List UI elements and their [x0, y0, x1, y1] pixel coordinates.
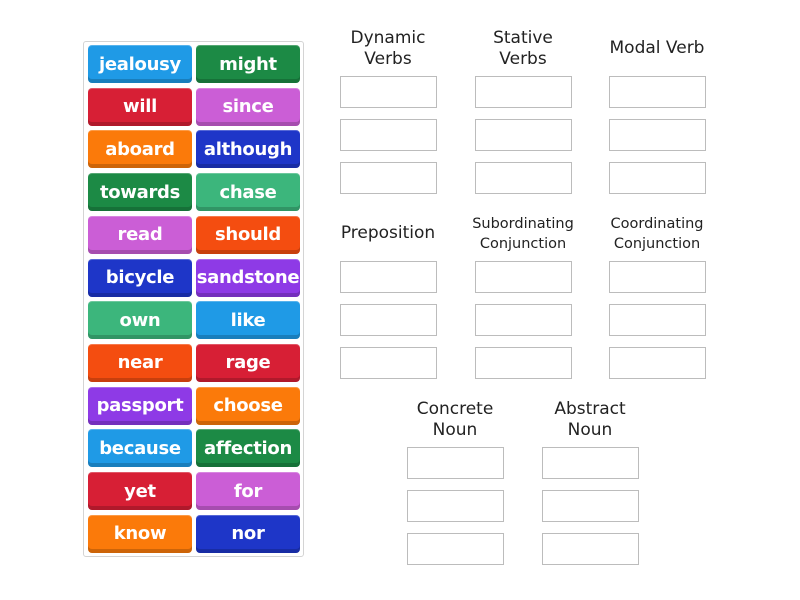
category-heading-line: Stative — [493, 28, 553, 48]
category-heading-line: Verbs — [499, 49, 547, 69]
drop-slot[interactable] — [609, 347, 706, 379]
category-heading: Subordinating Conjunction — [448, 214, 598, 254]
category-heading-line: Noun — [432, 420, 478, 440]
word-tile[interactable]: aboard — [88, 130, 192, 169]
category-heading: Stative Verbs — [448, 28, 598, 70]
word-tile[interactable]: although — [196, 130, 300, 169]
drop-slot[interactable] — [340, 347, 437, 379]
category-heading-line: Preposition — [340, 223, 436, 243]
word-tile[interactable]: rage — [196, 343, 300, 382]
word-tile[interactable]: like — [196, 301, 300, 340]
drop-slot[interactable] — [475, 119, 572, 151]
category-heading-line: Dynamic — [350, 28, 426, 48]
category-heading: Coordinating Conjunction — [582, 214, 732, 254]
word-tile[interactable]: bicycle — [88, 258, 192, 297]
word-tile[interactable]: yet — [88, 472, 192, 510]
category-heading-line: Coordinating — [610, 216, 704, 232]
drop-slot[interactable] — [340, 304, 437, 336]
drop-slot[interactable] — [340, 76, 437, 108]
word-tile[interactable]: affection — [196, 429, 300, 468]
category-heading: Concrete Noun — [380, 399, 530, 441]
drop-slot[interactable] — [542, 533, 639, 565]
category-heading-line: Modal Verb — [609, 38, 705, 58]
word-tile[interactable]: sandstone — [196, 258, 300, 297]
word-tile[interactable]: passport — [88, 386, 192, 425]
word-tile[interactable]: read — [88, 215, 192, 254]
word-tile[interactable]: near — [88, 343, 192, 382]
drop-slot[interactable] — [407, 533, 504, 565]
word-tile[interactable]: chase — [196, 173, 300, 212]
drop-slot[interactable] — [609, 162, 706, 194]
word-tile[interactable]: own — [88, 301, 192, 340]
category-heading-line: Abstract — [554, 399, 626, 419]
category-heading-line: Conjunction — [613, 236, 701, 252]
drop-slot[interactable] — [609, 304, 706, 336]
word-tile[interactable]: might — [196, 45, 300, 83]
category-heading-line: Concrete — [416, 399, 494, 419]
drop-slot[interactable] — [609, 76, 706, 108]
drop-slot[interactable] — [542, 490, 639, 522]
word-tile[interactable]: nor — [196, 514, 300, 553]
word-tile[interactable]: for — [196, 472, 300, 510]
drop-slot[interactable] — [609, 261, 706, 293]
category-heading: Modal Verb — [582, 38, 732, 59]
drop-slot[interactable] — [340, 119, 437, 151]
drop-slot[interactable] — [609, 119, 706, 151]
category-heading-line: Verbs — [364, 49, 412, 69]
category-heading-line: Conjunction — [479, 236, 567, 252]
category-heading: Abstract Noun — [515, 399, 665, 441]
word-tile[interactable]: will — [88, 87, 192, 126]
drop-slot[interactable] — [475, 162, 572, 194]
drop-slot[interactable] — [475, 304, 572, 336]
drop-slot[interactable] — [340, 261, 437, 293]
category-heading: Preposition — [313, 223, 463, 244]
category-heading-line: Subordinating — [472, 216, 574, 232]
drop-slot[interactable] — [407, 447, 504, 479]
drop-slot[interactable] — [407, 490, 504, 522]
word-tile[interactable]: because — [88, 429, 192, 468]
drop-slot[interactable] — [340, 162, 437, 194]
word-tile[interactable]: choose — [196, 386, 300, 425]
word-tile[interactable]: jealousy — [88, 45, 192, 83]
word-tile[interactable]: since — [196, 87, 300, 126]
drop-slot[interactable] — [475, 76, 572, 108]
word-tile[interactable]: should — [196, 215, 300, 254]
drop-slot[interactable] — [475, 261, 572, 293]
drop-slot[interactable] — [475, 347, 572, 379]
drop-slot[interactable] — [542, 447, 639, 479]
word-tile[interactable]: know — [88, 514, 192, 553]
word-tile[interactable]: towards — [88, 173, 192, 212]
category-heading-line: Noun — [567, 420, 613, 440]
category-heading: Dynamic Verbs — [313, 28, 463, 70]
